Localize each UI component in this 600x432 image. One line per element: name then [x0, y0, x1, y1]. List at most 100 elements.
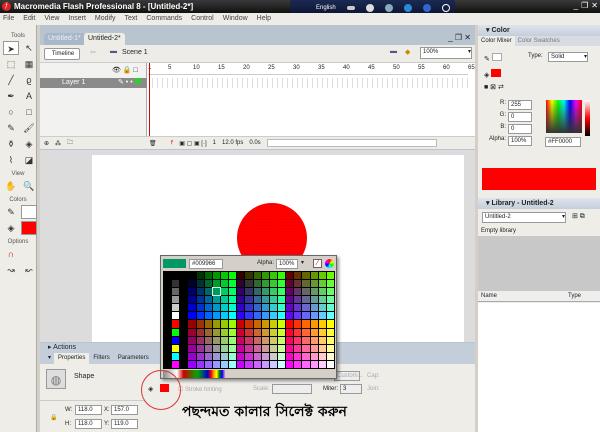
- color-swatch[interactable]: [318, 312, 326, 320]
- color-swatch[interactable]: [212, 280, 220, 288]
- color-swatch[interactable]: [229, 360, 237, 368]
- color-swatch[interactable]: [188, 360, 196, 368]
- color-swatch[interactable]: [188, 272, 196, 280]
- color-swatch[interactable]: [245, 288, 253, 296]
- color-swatch[interactable]: [237, 296, 245, 304]
- color-swatch[interactable]: [302, 304, 310, 312]
- color-swatch[interactable]: [204, 272, 212, 280]
- color-swatch[interactable]: [310, 336, 318, 344]
- lasso-tool[interactable]: ϱ: [21, 73, 37, 87]
- color-swatch[interactable]: [212, 304, 220, 312]
- color-swatch[interactable]: [294, 352, 302, 360]
- menu-help[interactable]: Help: [257, 13, 271, 25]
- color-swatch[interactable]: [310, 320, 318, 328]
- color-swatch[interactable]: [253, 320, 261, 328]
- color-swatch[interactable]: [245, 312, 253, 320]
- color-swatch[interactable]: [326, 312, 334, 320]
- color-swatch[interactable]: [310, 344, 318, 352]
- color-swatch[interactable]: [164, 312, 172, 320]
- color-swatch[interactable]: [164, 288, 172, 296]
- r-field[interactable]: 255: [508, 100, 532, 110]
- color-swatch[interactable]: [180, 336, 188, 344]
- color-swatch[interactable]: [196, 272, 204, 280]
- color-swatch[interactable]: [326, 288, 334, 296]
- color-swatch[interactable]: [294, 328, 302, 336]
- color-swatch[interactable]: [286, 344, 294, 352]
- color-swatch[interactable]: [286, 320, 294, 328]
- fill-transform-tool[interactable]: ▦: [21, 57, 37, 71]
- color-swatch[interactable]: [326, 280, 334, 288]
- color-swatch[interactable]: [237, 344, 245, 352]
- zoom-tool[interactable]: 🔍: [21, 179, 37, 193]
- menu-file[interactable]: File: [3, 13, 14, 25]
- color-swatch[interactable]: [212, 320, 220, 328]
- h-field[interactable]: 118.0: [75, 419, 102, 429]
- color-swatch[interactable]: [318, 296, 326, 304]
- color-swatch[interactable]: [229, 280, 237, 288]
- color-swatch[interactable]: [164, 320, 172, 328]
- layer-row[interactable]: Layer 1 ✎ • •: [40, 78, 147, 88]
- color-swatch[interactable]: [310, 304, 318, 312]
- color-swatch[interactable]: [220, 280, 229, 288]
- color-swatch[interactable]: [172, 336, 180, 344]
- color-swatch[interactable]: [188, 296, 196, 304]
- color-swatch[interactable]: [261, 304, 269, 312]
- doc-window-controls[interactable]: _ ❐ ✕: [448, 33, 471, 42]
- color-swatch[interactable]: [294, 272, 302, 280]
- free-transform-tool[interactable]: ⬚: [3, 57, 19, 71]
- color-swatch[interactable]: [237, 272, 245, 280]
- color-swatch[interactable]: [310, 296, 318, 304]
- stroke-color-swatch[interactable]: [21, 205, 37, 219]
- color-swatch[interactable]: [172, 280, 180, 288]
- color-swatch[interactable]: [220, 352, 229, 360]
- color-swatch[interactable]: [294, 336, 302, 344]
- color-swatch[interactable]: [302, 288, 310, 296]
- color-swatch[interactable]: [294, 344, 302, 352]
- menu-text[interactable]: Text: [125, 13, 138, 25]
- color-swatch[interactable]: [318, 288, 326, 296]
- color-swatch[interactable]: [212, 360, 220, 368]
- color-swatch[interactable]: [310, 328, 318, 336]
- restore-button[interactable]: ❐: [581, 1, 588, 10]
- color-swatch[interactable]: [277, 336, 286, 344]
- color-swatch[interactable]: [164, 328, 172, 336]
- color-swatch[interactable]: [277, 296, 286, 304]
- color-swatch[interactable]: [237, 336, 245, 344]
- color-swatch[interactable]: [220, 272, 229, 280]
- layer-visibility-lock-outline-icons[interactable]: 👁 🔒 □: [112, 66, 138, 74]
- menu-edit[interactable]: Edit: [23, 13, 35, 25]
- color-swatch[interactable]: [277, 320, 286, 328]
- color-swatch[interactable]: [172, 296, 180, 304]
- color-swatch[interactable]: [229, 304, 237, 312]
- language-selector[interactable]: English: [316, 5, 336, 11]
- type-select[interactable]: Solid ▾: [548, 52, 588, 62]
- color-swatch[interactable]: [261, 328, 269, 336]
- frame-ruler[interactable]: 1 5 10 15 20 25 30 35 40 45 50 55 60 65: [148, 63, 475, 75]
- color-swatch[interactable]: [286, 328, 294, 336]
- color-swatch[interactable]: [310, 360, 318, 368]
- color-swatch[interactable]: [180, 344, 188, 352]
- hex-field[interactable]: #FF0000: [545, 137, 581, 147]
- color-swatch[interactable]: [188, 352, 196, 360]
- color-swatch[interactable]: [220, 360, 229, 368]
- color-swatch[interactable]: [269, 288, 277, 296]
- color-swatch[interactable]: [286, 296, 294, 304]
- gradient-swatches[interactable]: [163, 370, 335, 378]
- color-swatch[interactable]: [326, 336, 334, 344]
- color-swatch[interactable]: [294, 304, 302, 312]
- x-field[interactable]: 157.0: [111, 405, 138, 415]
- color-swatch[interactable]: [188, 280, 196, 288]
- color-swatch[interactable]: [245, 280, 253, 288]
- color-swatch[interactable]: [204, 336, 212, 344]
- fill-color-swatch[interactable]: [21, 221, 37, 235]
- rectangle-tool[interactable]: □: [21, 105, 37, 119]
- color-swatch[interactable]: [212, 272, 220, 280]
- ink-bottle-tool[interactable]: ⚱: [3, 137, 19, 151]
- color-swatch[interactable]: [277, 360, 286, 368]
- color-swatch[interactable]: [229, 296, 237, 304]
- color-swatch[interactable]: [229, 272, 237, 280]
- color-swatch[interactable]: [326, 272, 334, 280]
- color-swatch[interactable]: [196, 288, 204, 296]
- color-swatch[interactable]: [172, 320, 180, 328]
- g-field[interactable]: 0: [508, 112, 532, 122]
